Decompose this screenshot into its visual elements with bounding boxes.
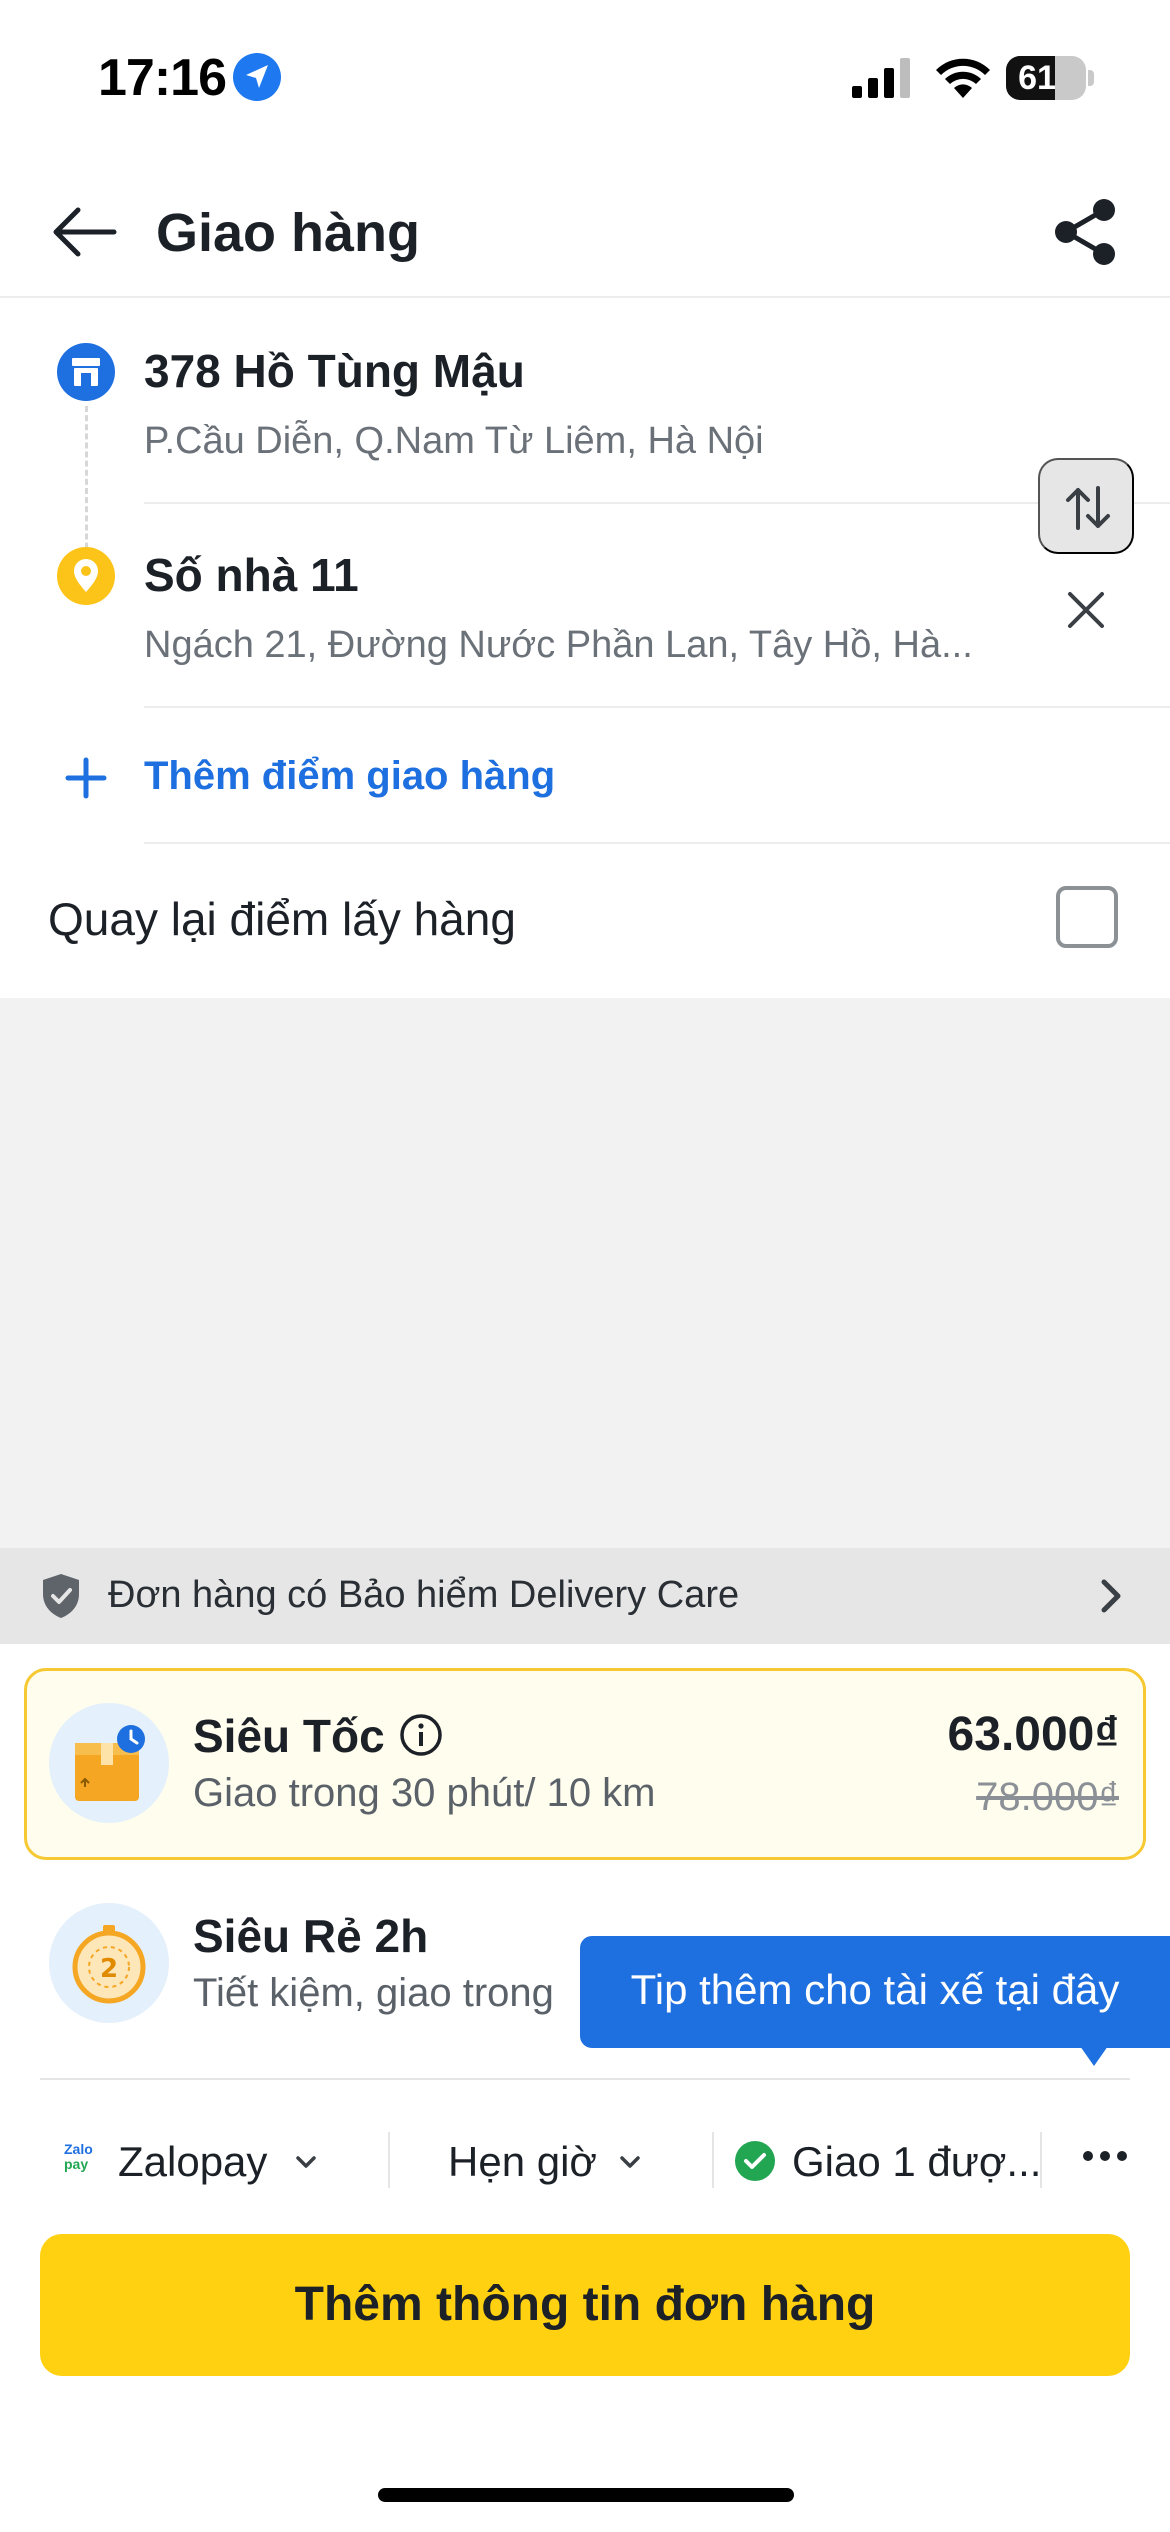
cellular-signal-icon [852,58,910,98]
info-icon[interactable] [399,1713,443,1757]
payment-method-selector[interactable]: Zalo pay Zalopay [60,2130,340,2190]
schedule-selector[interactable]: Hẹn giờ [448,2130,658,2190]
divider [144,842,1170,844]
option-subtitle: Tiết kiệm, giao trong [193,1971,554,2015]
dropoff-pin-icon [57,547,115,605]
divider [40,2078,1130,2080]
stopwatch-icon: 2 [49,1903,169,2023]
cta-label: Thêm thông tin đơn hàng [294,2278,876,2331]
chevron-down-icon [620,2156,640,2168]
option-title: Siêu Rẻ 2h [193,1910,429,1962]
page-title: Giao hàng [156,203,421,263]
toolbar-separator [712,2132,714,2188]
order-options-toolbar: Zalo pay Zalopay Hẹn giờ Giao 1 đượ... [0,2110,1170,2210]
divider [144,502,1170,504]
remove-stop-close-icon[interactable] [1058,582,1114,638]
add-stop-label: Thêm điểm giao hàng [144,754,556,798]
swap-stops-button[interactable] [1038,458,1134,554]
status-bar: 17:16 61 [0,0,1170,150]
express-box-icon [49,1703,169,1823]
tooltip-arrow [1080,2046,1108,2066]
toolbar-separator [388,2132,390,2188]
schedule-label: Hẹn giờ [448,2138,597,2185]
check-circle-icon [735,2141,775,2181]
tip-tooltip[interactable]: Tip thêm cho tài xế tại đây [580,1936,1170,2048]
swap-arrows-icon [1066,486,1110,530]
option-subtitle: Giao trong 30 phút/ 10 km [193,1771,656,1815]
wifi-icon [936,58,990,98]
add-order-info-button[interactable]: Thêm thông tin đơn hàng [40,2234,1130,2376]
return-to-pickup-label: Quay lại điểm lấy hàng [48,893,516,945]
zalopay-logo-icon: Zalo pay [64,2141,93,2172]
status-time: 17:16 [98,49,227,107]
route-section: 378 Hồ Tùng Mậu P.Cầu Diễn, Q.Nam Từ Liê… [0,298,1170,998]
map-area[interactable] [0,998,1170,1548]
option-old-price: 78.000₫ [976,1775,1119,1819]
header: Giao hàng [0,170,1170,298]
toolbar-separator [1040,2132,1042,2188]
svg-text:2: 2 [100,1954,118,1984]
service-option-sieu-toc[interactable]: Siêu Tốc Giao trong 30 phút/ 10 km 63.00… [24,1668,1146,1860]
shield-check-icon [43,1574,79,1618]
option-title: Siêu Tốc [193,1710,385,1762]
share-icon[interactable] [1050,196,1122,268]
tooltip-text: Tip thêm cho tài xế tại đây [630,1966,1120,2013]
battery-indicator: 61 [1006,56,1094,100]
battery-percent-label: 61 [1018,59,1056,97]
location-arrow-icon [233,53,281,101]
store-pickup-icon [57,343,115,401]
more-options-icon[interactable] [1080,2146,1130,2166]
back-arrow-icon[interactable] [48,200,120,264]
chevron-right-icon [1101,1579,1121,1613]
plus-icon [65,757,107,799]
option-price: 63.000₫ [947,1708,1119,1761]
home-indicator [378,2488,794,2502]
dropoff-subtitle: Ngách 21, Đường Nước Phần Lan, Tây Hồ, H… [144,624,973,666]
pickup-title: 378 Hồ Tùng Mậu [144,345,525,397]
insurance-banner[interactable]: Đơn hàng có Bảo hiểm Delivery Care [0,1548,1170,1644]
insurance-text: Đơn hàng có Bảo hiểm Delivery Care [108,1574,740,1616]
delivery-option-selector[interactable]: Giao 1 đượ... [734,2130,1041,2190]
divider [144,706,1170,708]
dropoff-title: Số nhà 11 [144,549,359,601]
payment-label: Zalopay [118,2138,268,2185]
chevron-down-icon [296,2156,316,2168]
delivery-option-label: Giao 1 đượ... [792,2138,1042,2185]
return-to-pickup-checkbox[interactable] [1056,886,1118,948]
pickup-subtitle: P.Cầu Diễn, Q.Nam Từ Liêm, Hà Nội [144,420,764,462]
